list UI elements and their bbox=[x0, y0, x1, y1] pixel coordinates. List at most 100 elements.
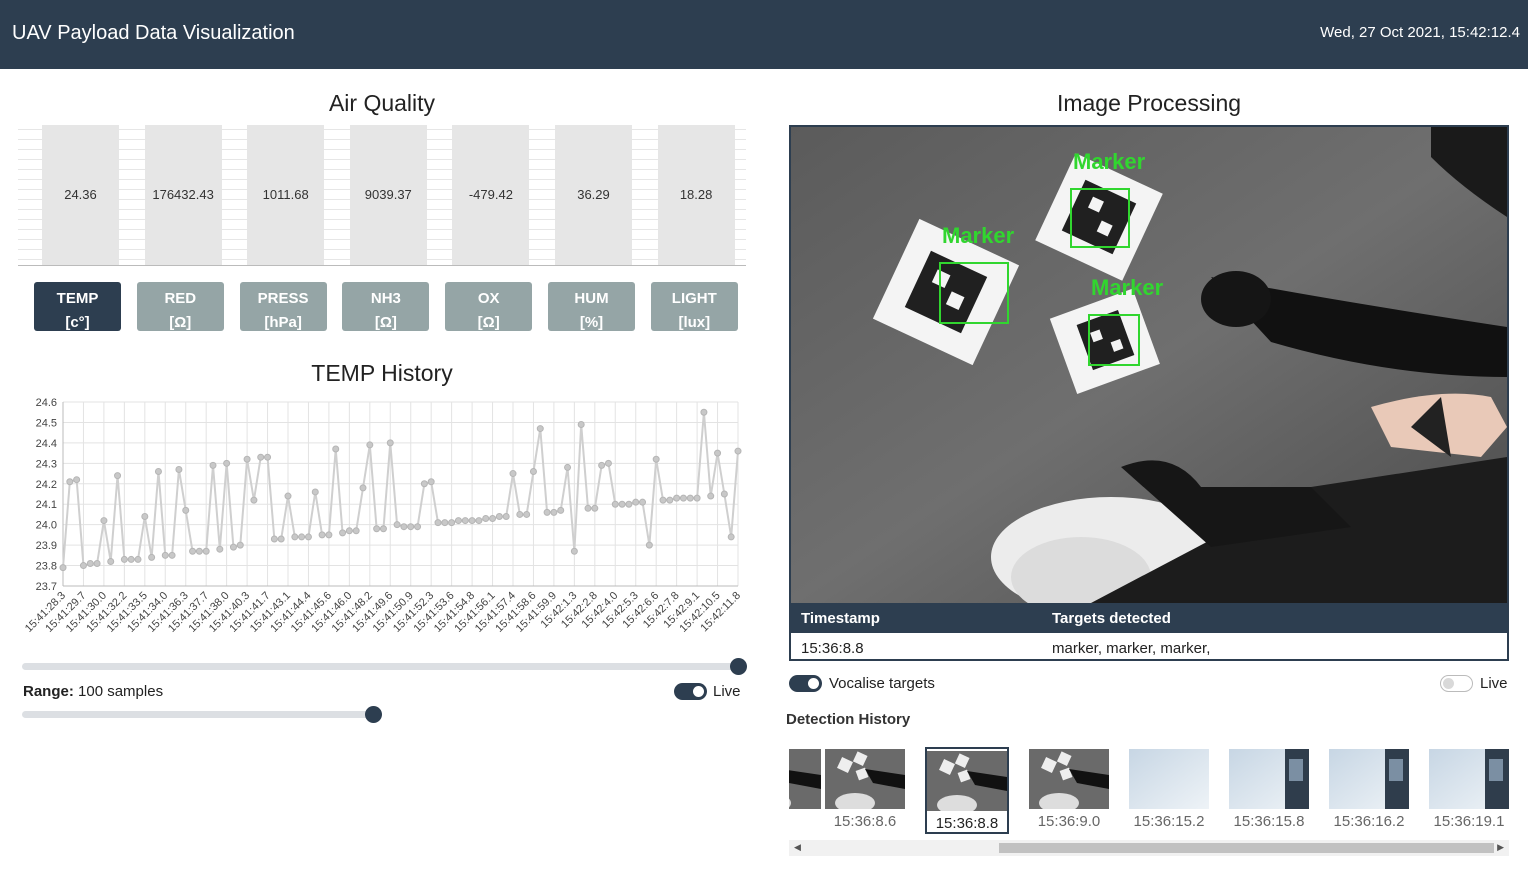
data-point bbox=[189, 547, 197, 555]
history-thumbnail[interactable]: 15:36:15.2 bbox=[1127, 747, 1211, 830]
image-processing-title: Image Processing bbox=[1056, 90, 1242, 116]
history-thumbnail[interactable]: 15:36:8.8 bbox=[925, 747, 1009, 834]
data-point bbox=[489, 515, 497, 523]
air-quality-value: 36.29 bbox=[577, 187, 610, 202]
timestamp-cell: 15:36:8.8 bbox=[801, 640, 864, 657]
history-thumbnail[interactable]: 15:36:19.1 bbox=[1427, 747, 1509, 830]
data-point bbox=[325, 531, 333, 539]
data-point bbox=[645, 541, 653, 549]
data-point bbox=[379, 525, 387, 533]
sensor-button-hum[interactable]: HUM [%] bbox=[548, 282, 635, 331]
toggle-knob bbox=[808, 678, 819, 689]
history-live-toggle[interactable] bbox=[674, 683, 707, 700]
data-point bbox=[673, 494, 681, 502]
data-point bbox=[420, 480, 428, 488]
air-quality-value: 9039.37 bbox=[364, 187, 412, 202]
sensor-button-red[interactable]: RED [Ω] bbox=[136, 282, 224, 331]
range-slider-thumb[interactable] bbox=[364, 706, 382, 723]
data-point bbox=[598, 461, 606, 469]
data-point bbox=[454, 517, 462, 525]
history-scrollbar[interactable]: ◀ ▶ bbox=[789, 840, 1509, 856]
sensor-name: PRESS bbox=[257, 290, 309, 307]
data-point bbox=[475, 517, 483, 525]
data-point bbox=[625, 500, 633, 508]
app-header: UAV Payload Data Visualization Wed, 27 O… bbox=[0, 0, 1528, 69]
range-slider-track[interactable] bbox=[22, 711, 382, 718]
sensor-unit: [Ω] bbox=[477, 314, 500, 331]
sensor-button-press[interactable]: PRESS [hPa] bbox=[239, 282, 327, 331]
sensor-name: NH3 bbox=[370, 290, 401, 307]
scroll-left-icon[interactable]: ◀ bbox=[794, 842, 801, 853]
toggle-knob bbox=[693, 686, 704, 697]
history-thumbnail[interactable]: 15:36:9.0 bbox=[1027, 747, 1111, 830]
data-point bbox=[277, 535, 285, 543]
data-point bbox=[679, 494, 687, 502]
detection-history-title: Detection History bbox=[786, 711, 911, 728]
thumbnail-image bbox=[1329, 749, 1409, 809]
sensor-name: RED bbox=[164, 290, 197, 307]
data-point bbox=[298, 533, 306, 541]
sensor-button-nh3[interactable]: NH3 [Ω] bbox=[342, 282, 430, 331]
data-point bbox=[202, 547, 210, 555]
data-point bbox=[79, 562, 87, 570]
toggle-knob bbox=[1443, 678, 1454, 689]
y-tick-label: 23.9 bbox=[36, 540, 57, 552]
data-point bbox=[195, 547, 203, 555]
time-slider-track[interactable] bbox=[22, 663, 738, 670]
data-point bbox=[516, 510, 524, 518]
range-value: 100 samples bbox=[78, 683, 164, 700]
image-live-toggle[interactable] bbox=[1440, 675, 1473, 692]
air-quality-title: Air Quality bbox=[328, 90, 436, 116]
data-point bbox=[604, 459, 612, 467]
range-label: Range: 100 samples bbox=[23, 683, 163, 700]
sensor-unit: [Ω] bbox=[169, 314, 192, 331]
data-point bbox=[229, 543, 237, 551]
air-quality-column: 18.28 bbox=[657, 125, 735, 265]
history-thumbnail[interactable]: 3 bbox=[789, 747, 823, 830]
air-quality-value: 18.28 bbox=[679, 187, 713, 202]
sensor-unit: [%] bbox=[579, 314, 604, 331]
history-thumbnail[interactable]: 15:36:16.2 bbox=[1327, 747, 1411, 830]
data-point bbox=[557, 506, 565, 514]
data-point bbox=[114, 472, 122, 480]
data-point bbox=[270, 535, 278, 543]
data-point bbox=[700, 408, 708, 416]
data-point bbox=[141, 512, 149, 520]
scrollbar-thumb[interactable] bbox=[999, 843, 1494, 853]
thumbnail-timestamp: 15:36:9.0 bbox=[1037, 813, 1101, 830]
data-point bbox=[236, 541, 244, 549]
data-point bbox=[659, 496, 667, 504]
vocalise-toggle[interactable] bbox=[789, 675, 822, 692]
data-point bbox=[107, 557, 115, 565]
data-point bbox=[366, 441, 374, 449]
sensor-button-light[interactable]: LIGHT [lux] bbox=[650, 282, 738, 331]
data-point bbox=[577, 420, 585, 428]
sensor-button-ox[interactable]: OX [Ω] bbox=[445, 282, 533, 331]
history-thumbnail[interactable]: 15:36:8.6 bbox=[823, 747, 907, 830]
data-point bbox=[93, 560, 101, 568]
history-title: TEMP History bbox=[311, 360, 453, 386]
history-thumbnail[interactable]: 15:36:15.8 bbox=[1227, 747, 1311, 830]
data-point bbox=[168, 551, 176, 559]
camera-view: Marker Marker Marker Timestamp Targets d… bbox=[789, 125, 1509, 661]
scroll-right-icon[interactable]: ▶ bbox=[1497, 842, 1504, 853]
detection-table-row: 15:36:8.8 marker, marker, marker, bbox=[791, 633, 1507, 659]
data-point bbox=[345, 527, 353, 535]
targets-header: Targets detected bbox=[1052, 610, 1171, 627]
thumbnail-image bbox=[1229, 749, 1309, 809]
air-quality-column: 1011.68 bbox=[247, 125, 325, 265]
y-tick-label: 24.0 bbox=[36, 520, 57, 532]
data-point bbox=[393, 521, 401, 529]
data-point bbox=[311, 488, 319, 496]
marker-label-2: Marker bbox=[1073, 149, 1146, 174]
y-tick-label: 24.3 bbox=[36, 458, 57, 470]
data-point bbox=[339, 529, 347, 537]
thumbnail-image bbox=[927, 751, 1007, 811]
current-datetime: Wed, 27 Oct 2021, 15:42:12.4 bbox=[1320, 24, 1520, 41]
y-tick-label: 24.6 bbox=[36, 397, 57, 409]
data-point bbox=[441, 519, 449, 527]
sensor-button-temp[interactable]: TEMP [c°] bbox=[34, 282, 121, 331]
data-point bbox=[216, 545, 224, 553]
data-point bbox=[509, 470, 517, 478]
time-slider-thumb[interactable] bbox=[730, 658, 747, 675]
